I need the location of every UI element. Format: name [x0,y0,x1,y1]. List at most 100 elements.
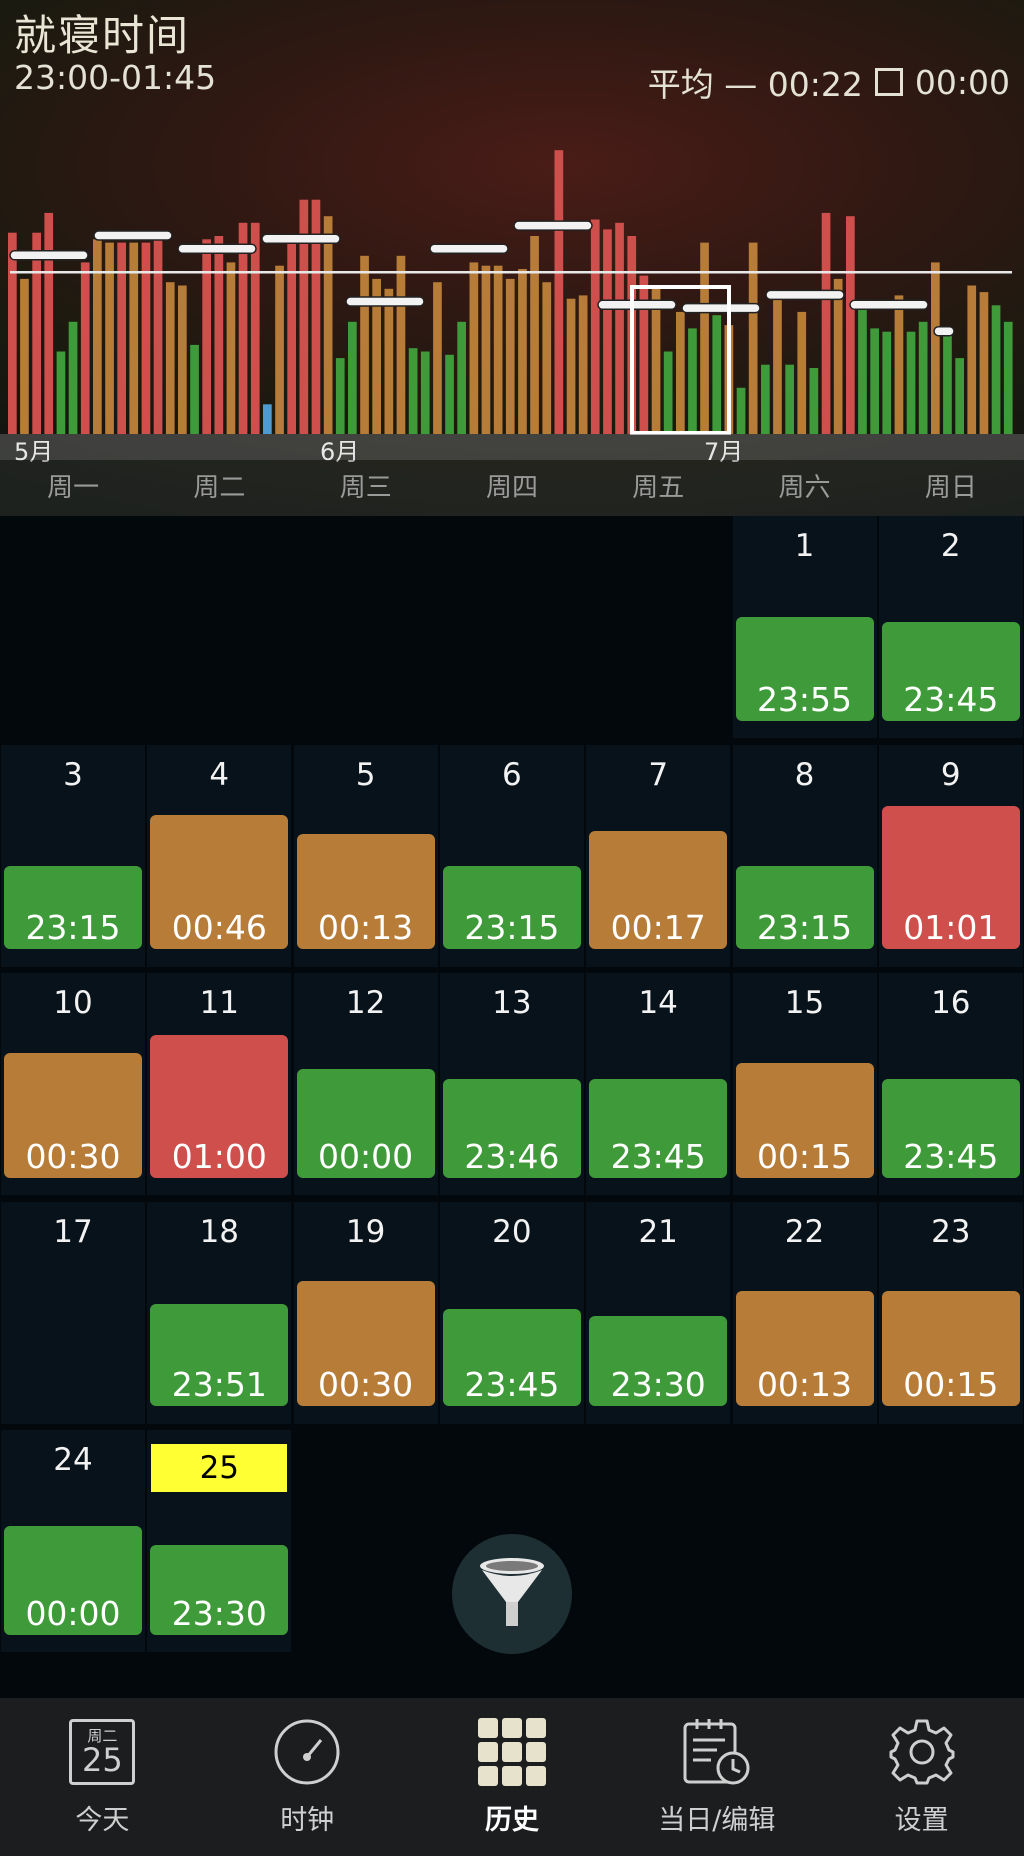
calendar-day-cell[interactable]: 5 00:13 [293,744,438,967]
calendar-day-cell[interactable]: 18 23:51 [147,1201,292,1424]
chart-bar [554,150,564,434]
calendar-day-cell[interactable]: 15 00:15 [732,973,877,1195]
calendar-day-cell[interactable]: 13 23:46 [439,973,584,1195]
calendar-day-cell[interactable]: 24 00:00 [1,1430,145,1652]
chart-bar [894,295,904,434]
bedtime-bar: 23:45 [442,1309,581,1406]
chart-bar [408,348,418,434]
weekly-average-marker [513,220,593,231]
filter-button[interactable] [452,1534,572,1654]
chart-bar [676,311,685,434]
weekday-thu: 周四 [485,473,538,503]
bedtime-bar: 00:15 [881,1291,1020,1406]
chart-bar [226,262,236,434]
time-range: 23:00-01:45 [14,58,217,97]
day-number: 23 [931,1213,971,1250]
chart-bar [263,404,272,434]
weekly-average-marker [261,233,341,245]
calendar-day-cell[interactable]: 17 [1,1201,145,1424]
calendar-day-cell[interactable]: 14 23:45 [586,973,731,1195]
chart-bar [457,321,466,434]
calendar-day-cell[interactable]: 11 01:00 [147,973,292,1195]
chart-bar [360,255,369,434]
calendar-day-cell[interactable]: 19 00:30 [293,1201,438,1424]
day-number: 24 [53,1442,93,1478]
chart-bar [348,321,357,434]
day-number: 11 [199,985,240,1021]
bedtime-bar: 23:15 [735,866,874,949]
calendar-day-cell[interactable]: 1 23:55 [732,516,877,738]
bedtime-bar: 00:13 [735,1291,874,1406]
chart-bar [202,239,211,434]
chart-bar [542,282,552,434]
tab-day-edit[interactable]: 当日/编辑 [614,1698,819,1856]
bedtime-bar: 23:45 [881,1078,1020,1178]
chart-bar [469,262,479,434]
day-number: 21 [638,1213,678,1250]
day-number: 1 [794,528,815,564]
bedtime-bar: 23:55 [735,616,874,721]
calendar-day-cell[interactable]: 23 00:15 [878,1201,1023,1424]
calendar-day-cell[interactable]: 10 00:30 [1,973,145,1195]
tab-settings[interactable]: 设置 [819,1698,1024,1856]
chart-bar [518,269,527,434]
chart-bar [870,328,879,434]
weekly-average-marker [933,325,955,337]
chart-bar [651,288,661,434]
day-number: 2 [940,528,961,564]
day-number: 17 [53,1213,93,1250]
page-title: 就寝时间 [14,11,191,60]
calendar-day-cell[interactable]: 3 23:15 [1,744,145,967]
schedule-edit-icon [677,1712,757,1792]
calendar-day-cell[interactable]: 20 23:45 [439,1201,584,1424]
target-checkbox[interactable] [874,68,903,96]
calendar-day-cell[interactable]: 16 23:45 [878,973,1023,1195]
weekly-average-marker [93,230,173,241]
calendar-day-cell[interactable]: 21 23:30 [586,1201,731,1424]
calendar-day-icon: 周二 25 [62,1712,142,1792]
bedtime-bar: 00:46 [150,815,289,949]
chart-bar [979,292,989,434]
calendar-day-cell[interactable]: 25 23:30 [147,1430,292,1652]
calendar-day-cell[interactable]: 4 00:46 [147,744,292,967]
chart-bar [323,216,333,434]
calendar-day-cell[interactable]: 22 00:13 [732,1201,877,1424]
chart-bar [396,255,406,434]
day-number: 18 [199,1213,240,1250]
calendar-day-cell[interactable]: 8 23:15 [732,744,877,967]
bedtime-bar: 00:13 [296,834,435,949]
month-calendar: 1 23:55 2 23:45 3 23:15 4 00:46 5 00:13 6 23:15 7 00:… [0,516,1024,1698]
bedtime-bar: 01:01 [881,806,1020,949]
bedtime-bar: 23:30 [150,1544,289,1635]
chart-bar [178,285,187,434]
weekly-average-marker [849,299,929,311]
calendar-day-cell[interactable]: 2 23:45 [878,516,1023,738]
chart-bar [445,354,454,434]
chart-bar [918,321,928,434]
calendar-day-cell[interactable]: 12 00:00 [293,973,438,1195]
calendar-day-cell[interactable]: 6 23:15 [439,744,584,967]
weekly-average-marker [429,243,509,254]
bedtime-bar: 23:15 [4,866,142,949]
chart-bar [8,232,17,434]
sleep-time-chart-panel: 就寝时间 23:00-01:45 平均 — 00:22 00:00 5月 6月 … [0,0,1024,516]
chart-bar [56,351,66,434]
tab-today[interactable]: 周二 25 今天 [0,1698,205,1856]
chart-bar [809,368,819,434]
bedtime-bar: 00:17 [589,831,728,949]
chart-bar [761,364,770,434]
tab-settings-label: 设置 [894,1805,949,1836]
tab-clock[interactable]: 时钟 [205,1698,410,1856]
calendar-day-cell[interactable]: 7 00:17 [586,744,731,967]
bottom-tab-bar: 周二 25 今天 时钟 历史 当日/编辑 设置 [0,1698,1024,1856]
chart-bar [736,387,746,434]
chart-bar [967,285,977,434]
chart-bar [991,305,1001,434]
day-number: 5 [355,756,376,793]
tab-clock-label: 时钟 [280,1805,335,1836]
chart-bar [603,229,612,434]
month-axis [0,434,1024,460]
bedtime-bar: 23:51 [150,1304,289,1406]
tab-history[interactable]: 历史 [410,1698,615,1856]
calendar-day-cell[interactable]: 9 01:01 [878,744,1023,967]
